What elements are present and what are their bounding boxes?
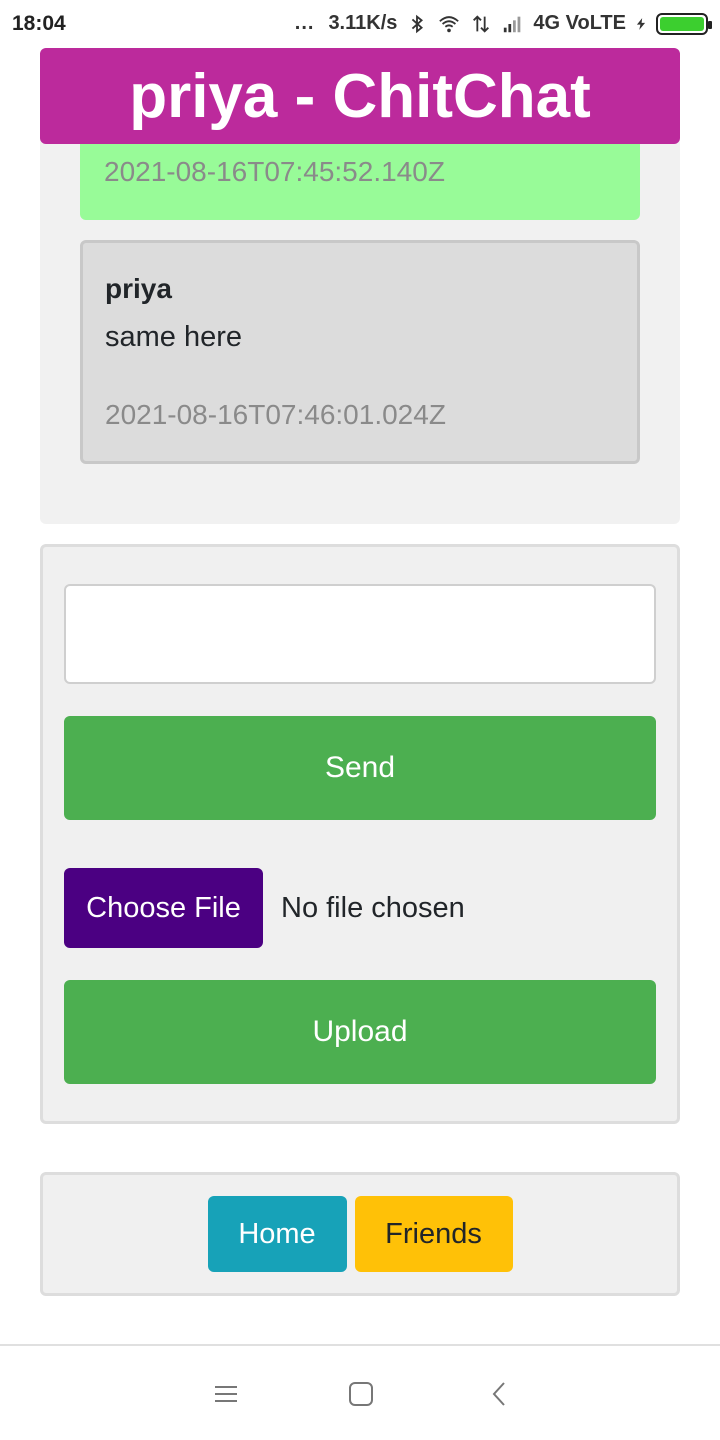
friends-button[interactable]: Friends [354, 1196, 513, 1272]
send-button[interactable]: Send [64, 716, 656, 820]
charging-icon [636, 17, 646, 30]
wifi-icon [439, 15, 460, 32]
network-speed: 3.11K/s [328, 12, 398, 34]
home-square-icon[interactable] [345, 1378, 377, 1410]
more-dots: ... [294, 12, 315, 34]
system-navigation-bar [0, 1344, 720, 1440]
file-picker: Choose File No file chosen [64, 868, 465, 948]
compose-panel: Send Choose File No file chosen Upload [40, 544, 680, 1124]
status-indicators: ... 3.11K/s 4G VoLTE [294, 12, 712, 35]
data-arrows-icon [473, 14, 490, 33]
nav-panel: Home Friends [40, 1172, 680, 1296]
message-input[interactable] [64, 584, 656, 684]
choose-file-button[interactable]: Choose File [64, 868, 263, 948]
message-sender: priya [105, 273, 172, 304]
message-text: same here [105, 321, 243, 353]
battery-icon [656, 12, 712, 35]
page-title: priya - ChitChat [129, 61, 591, 131]
upload-button[interactable]: Upload [64, 980, 656, 1084]
home-button[interactable]: Home [207, 1196, 347, 1272]
app-header: priya - ChitChat [40, 48, 680, 144]
back-icon[interactable] [484, 1378, 516, 1410]
signal-icon [504, 16, 521, 32]
bluetooth-icon [412, 14, 424, 33]
message-timestamp: 2021-08-16T07:45:52.140Z [104, 156, 445, 187]
message-bubble-other: priya same here 2021-08-16T07:46:01.024Z [80, 240, 640, 464]
file-status-text: No file chosen [281, 891, 465, 924]
status-time: 18:04 [12, 12, 66, 35]
network-type: 4G VoLTE [533, 12, 626, 34]
message-timestamp: 2021-08-16T07:46:01.024Z [105, 399, 446, 430]
status-bar: 18:04 ... 3.11K/s 4G VoLTE [0, 0, 720, 50]
menu-icon[interactable] [210, 1378, 242, 1410]
chat-messages-panel[interactable]: 2021-08-16T07:45:52.140Z priya same here… [40, 100, 680, 524]
